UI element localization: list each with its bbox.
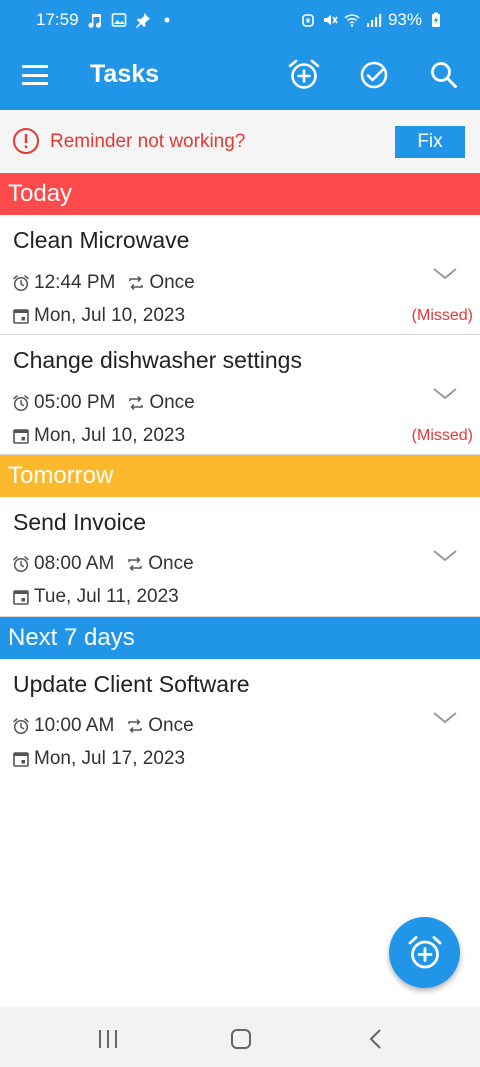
reminder-warning-banner: Reminder not working? Fix xyxy=(0,110,480,173)
task-item[interactable]: Send Invoice 08:00 AM Once Tue, Jul 11, … xyxy=(0,497,480,617)
alert-icon xyxy=(13,128,39,154)
task-repeat: Once xyxy=(148,553,194,574)
repeat-icon xyxy=(126,555,144,573)
task-title: Update Client Software xyxy=(13,671,250,697)
task-item[interactable]: Clean Microwave 12:44 PM Once Mon, Jul 1… xyxy=(0,215,480,335)
search-icon[interactable] xyxy=(426,57,462,93)
alarm-clock-icon xyxy=(12,394,30,412)
task-title: Clean Microwave xyxy=(13,227,190,253)
task-time: 10:00 AM xyxy=(34,715,115,736)
task-date: Mon, Jul 10, 2023 xyxy=(34,305,186,326)
task-date: Mon, Jul 17, 2023 xyxy=(34,748,186,769)
task-repeat: Once xyxy=(149,272,195,293)
image-icon xyxy=(111,12,127,28)
section-header-tomorrow: Tomorrow xyxy=(0,455,480,497)
missed-status: (Missed) xyxy=(411,427,473,444)
wifi-icon xyxy=(344,12,360,28)
task-time: 12:44 PM xyxy=(34,272,116,293)
chevron-down-icon[interactable] xyxy=(430,545,460,565)
task-item[interactable]: Update Client Software 10:00 AM Once Mon… xyxy=(0,659,480,779)
task-title: Change dishwasher settings xyxy=(13,347,302,373)
repeat-icon xyxy=(127,394,145,412)
section-header-next-7-days: Next 7 days xyxy=(0,617,480,659)
mute-icon xyxy=(322,12,338,28)
task-repeat: Once xyxy=(149,392,195,413)
task-repeat: Once xyxy=(148,715,194,736)
alarm-clock-icon xyxy=(12,717,30,735)
app-bar: Tasks xyxy=(0,40,480,110)
chevron-down-icon[interactable] xyxy=(430,263,460,283)
battery-icon xyxy=(428,12,444,28)
chevron-down-icon[interactable] xyxy=(430,707,460,727)
task-date: Mon, Jul 10, 2023 xyxy=(34,425,186,446)
task-item[interactable]: Change dishwasher settings 05:00 PM Once… xyxy=(0,335,480,455)
calendar-icon xyxy=(12,750,30,768)
back-icon[interactable] xyxy=(364,1027,388,1051)
task-time: 08:00 AM xyxy=(34,553,115,574)
add-alarm-icon[interactable] xyxy=(286,57,322,93)
music-note-icon xyxy=(87,12,103,28)
missed-status: (Missed) xyxy=(411,307,473,324)
section-header-today: Today xyxy=(0,173,480,215)
task-date: Tue, Jul 11, 2023 xyxy=(34,586,179,607)
add-task-fab[interactable] xyxy=(389,917,460,988)
alarm-clock-icon xyxy=(12,274,30,292)
recent-apps-icon[interactable] xyxy=(96,1027,120,1051)
menu-icon[interactable] xyxy=(20,61,50,89)
calendar-icon xyxy=(12,427,30,445)
reminder-warning-text: Reminder not working? xyxy=(50,131,246,152)
signal-icon xyxy=(366,12,382,28)
dot-icon xyxy=(159,12,175,28)
check-circle-icon[interactable] xyxy=(356,57,392,93)
calendar-icon xyxy=(12,588,30,606)
pin-icon xyxy=(135,12,151,28)
battery-percent: 93% xyxy=(387,10,422,29)
alarm-status-icon xyxy=(300,12,316,28)
fix-button[interactable]: Fix xyxy=(395,126,465,158)
status-bar: 17:59 93% xyxy=(0,0,480,40)
status-time: 17:59 xyxy=(36,10,79,29)
task-time: 05:00 PM xyxy=(34,392,116,413)
repeat-icon xyxy=(127,274,145,292)
task-title: Send Invoice xyxy=(13,509,146,535)
repeat-icon xyxy=(126,717,144,735)
home-icon[interactable] xyxy=(229,1027,253,1051)
calendar-icon xyxy=(12,307,30,325)
chevron-down-icon[interactable] xyxy=(430,383,460,403)
alarm-clock-icon xyxy=(12,555,30,573)
page-title: Tasks xyxy=(90,60,160,88)
system-nav-bar xyxy=(0,1007,480,1067)
add-alarm-icon xyxy=(408,935,441,968)
